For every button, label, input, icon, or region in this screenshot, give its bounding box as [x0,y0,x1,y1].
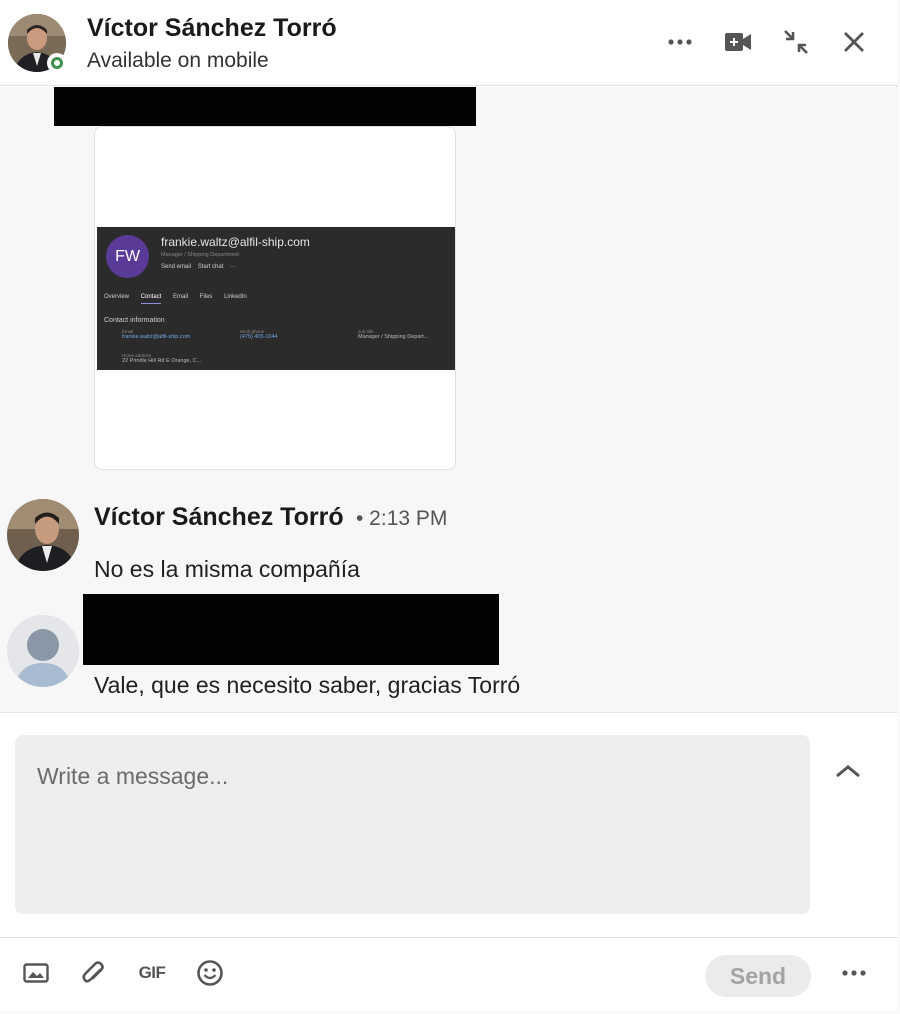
field-job-title: Job title Manager / Shipping Depart... [358,329,429,340]
more-options-icon[interactable] [662,24,698,60]
field-home-address: Home address 22 Prindle Hill Rd E Orange,… [122,353,202,364]
start-chat-action: Start chat [197,264,224,270]
video-call-icon[interactable] [720,24,756,60]
avatar[interactable] [7,499,79,571]
redacted-sender [83,594,499,665]
message-sender[interactable]: Víctor Sánchez Torró [94,503,344,532]
message-text: Vale, que es necesito saber, gracias Tor… [94,672,521,698]
emoji-icon[interactable] [193,956,227,990]
contact-tabs: Overview Contact Email Files LinkedIn [104,294,257,304]
more-actions: ··· [230,264,237,270]
message-list[interactable]: FW frankie.waltz@alfil-ship.com Manager … [0,87,897,712]
contact-initials-avatar: FW [106,235,149,278]
gif-label: GIF [138,963,166,982]
contact-actions: Send email Start chat ··· [161,264,236,270]
expand-composer-icon[interactable] [830,757,866,785]
message-input[interactable] [15,735,810,914]
tab-overview: Overview [104,294,130,300]
contact-name[interactable]: Víctor Sánchez Torró [87,14,337,43]
close-icon[interactable] [836,24,872,60]
tab-contact: Contact [140,294,162,304]
gif-icon[interactable]: GIF [135,956,169,990]
tab-linkedin: LinkedIn [224,294,247,300]
message-text: No es la misma compañía [94,556,360,582]
contact-section-title: Contact information [104,317,165,324]
send-button[interactable]: Send [705,955,811,997]
more-options-icon[interactable] [837,956,871,990]
image-attachment[interactable]: FW frankie.waltz@alfil-ship.com Manager … [94,126,456,470]
composer-toolbar: GIF Send [0,938,897,1010]
tab-files: Files [199,294,213,300]
default-avatar[interactable] [7,615,79,687]
send-email-action: Send email [161,264,192,270]
contact-card-screenshot: FW frankie.waltz@alfil-ship.com Manager … [97,227,455,370]
tab-email: Email [173,294,189,300]
minimize-icon[interactable] [778,24,814,60]
attachment-icon[interactable] [77,956,111,990]
presence-indicator [47,53,67,73]
contact-email: frankie.waltz@alfil-ship.com [161,235,310,249]
message-timestamp: • 2:13 PM [356,507,448,530]
field-email: Email frankie.waltz@alfil-ship.com [122,329,191,340]
contact-status: Available on mobile [87,49,269,72]
field-work-phone: Work phone (475) 405-1044 [240,329,278,340]
messaging-window: Víctor Sánchez Torró Available on mobile… [0,0,897,1010]
contact-role: Manager / Shipping Department [161,252,239,258]
message-composer [0,712,897,938]
conversation-header: Víctor Sánchez Torró Available on mobile [0,0,897,86]
image-icon[interactable] [19,956,53,990]
redacted-block [54,87,476,126]
